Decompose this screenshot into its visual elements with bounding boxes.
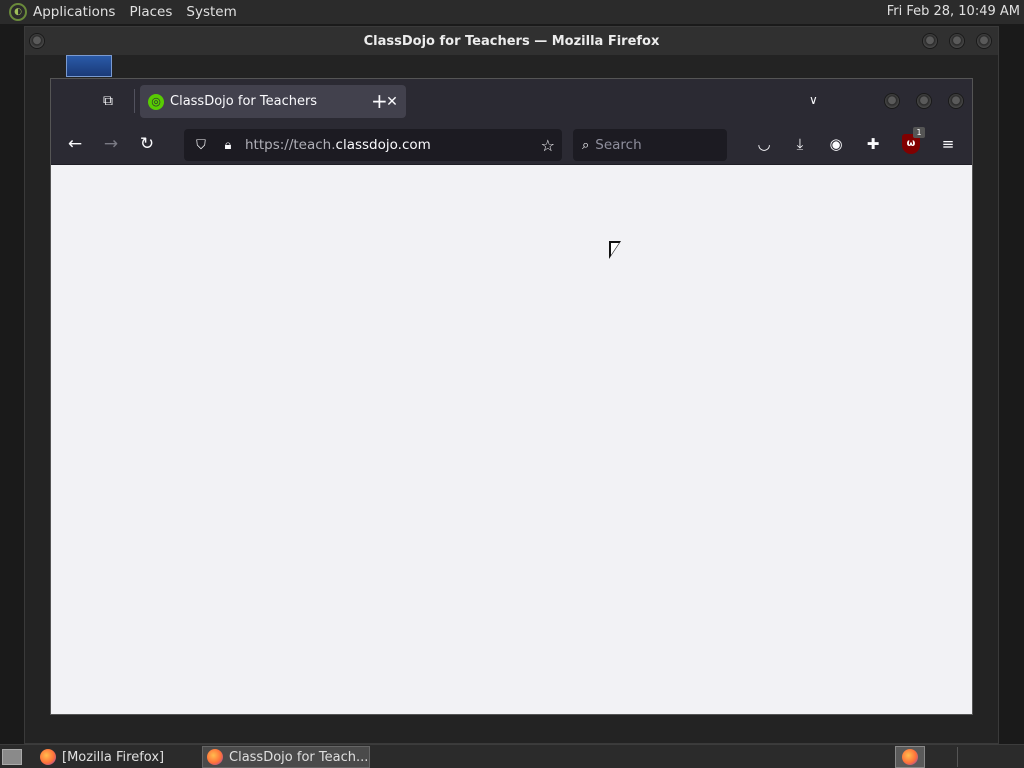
ff-minimize-button[interactable] <box>884 93 900 109</box>
hamburger-menu-icon[interactable]: ≡ <box>938 134 958 154</box>
task-mozilla-firefox[interactable]: [Mozilla Firefox] <box>36 746 196 768</box>
search-input[interactable]: ⌕ Search <box>573 129 727 161</box>
url-domain: classdojo.com <box>335 137 431 153</box>
task-label: [Mozilla Firefox] <box>62 749 165 765</box>
account-icon[interactable]: ◉ <box>826 134 846 154</box>
tab-divider <box>134 89 135 113</box>
forward-icon[interactable]: → <box>100 133 122 155</box>
tab-classdojo[interactable]: ◎ ClassDojo for Teachers ✕ <box>140 85 406 118</box>
page-content[interactable] <box>51 165 972 714</box>
task-label: ClassDojo for Teach... <box>229 749 369 765</box>
taskbar: [Mozilla Firefox] ClassDojo for Teach... <box>0 744 1024 768</box>
ublock-badge: 1 <box>913 127 925 138</box>
ff-close-button[interactable] <box>948 93 964 109</box>
shield-icon[interactable]: ⛉ <box>193 138 209 153</box>
url-bar[interactable]: ⛉ 🔒︎ https://teach.classdojo.com ☆ <box>184 129 562 161</box>
url-prefix: https://teach. <box>245 137 336 153</box>
firefox-icon <box>40 749 56 765</box>
extensions-icon[interactable]: ✚ <box>863 134 883 154</box>
distro-logo-icon[interactable]: ◐ <box>9 3 27 21</box>
tray-separator <box>957 747 958 767</box>
mouse-cursor-icon <box>609 241 621 259</box>
nav-bar: ← → ↻ ⛉ 🔒︎ https://teach.classdojo.com ☆… <box>51 123 972 165</box>
chevron-down-icon[interactable]: ∨ <box>809 93 818 107</box>
url-text[interactable]: https://teach.classdojo.com <box>245 137 541 153</box>
outer-titlebar[interactable]: ClassDojo for Teachers — Mozilla Firefox <box>25 27 998 55</box>
desktop-thumbnail <box>66 55 112 77</box>
lock-icon[interactable]: 🔒︎ <box>221 138 235 153</box>
minimize-button[interactable] <box>922 33 938 49</box>
download-icon[interactable]: ⤓ <box>790 134 810 154</box>
back-icon[interactable]: ← <box>64 133 86 155</box>
tray-firefox-icon[interactable] <box>895 746 925 768</box>
bookmark-star-icon[interactable]: ☆ <box>541 136 555 155</box>
reload-icon[interactable]: ↻ <box>136 133 158 155</box>
search-icon: ⌕ <box>582 137 590 153</box>
firefox-icon <box>207 749 223 765</box>
new-tab-icon[interactable]: + <box>371 91 388 111</box>
top-panel: ◐ Applications Places System Fri Feb 28,… <box>0 0 1024 24</box>
firefox-window: ⧉ ◎ ClassDojo for Teachers ✕ + ∨ ← → ↻ ⛉… <box>50 78 973 715</box>
tab-title: ClassDojo for Teachers <box>170 94 318 109</box>
ff-maximize-button[interactable] <box>916 93 932 109</box>
tab-bar: ⧉ ◎ ClassDojo for Teachers ✕ + ∨ <box>51 79 972 123</box>
clock[interactable]: Fri Feb 28, 10:49 AM <box>887 4 1020 19</box>
window-menu-button[interactable] <box>29 33 45 49</box>
firefox-icon <box>902 749 918 765</box>
search-placeholder: Search <box>595 137 642 153</box>
top-menu: Applications Places System <box>33 4 251 20</box>
outer-window-title: ClassDojo for Teachers — Mozilla Firefox <box>363 33 660 49</box>
menu-applications[interactable]: Applications <box>33 4 115 20</box>
firefox-view-icon[interactable]: ⧉ <box>103 93 121 109</box>
task-classdojo[interactable]: ClassDojo for Teach... <box>202 746 370 768</box>
close-button[interactable] <box>976 33 992 49</box>
menu-system[interactable]: System <box>186 4 236 20</box>
maximize-button[interactable] <box>949 33 965 49</box>
show-desktop-icon[interactable] <box>2 749 22 765</box>
pocket-icon[interactable]: ◡ <box>754 134 774 154</box>
menu-places[interactable]: Places <box>129 4 172 20</box>
classdojo-icon: ◎ <box>148 93 164 110</box>
